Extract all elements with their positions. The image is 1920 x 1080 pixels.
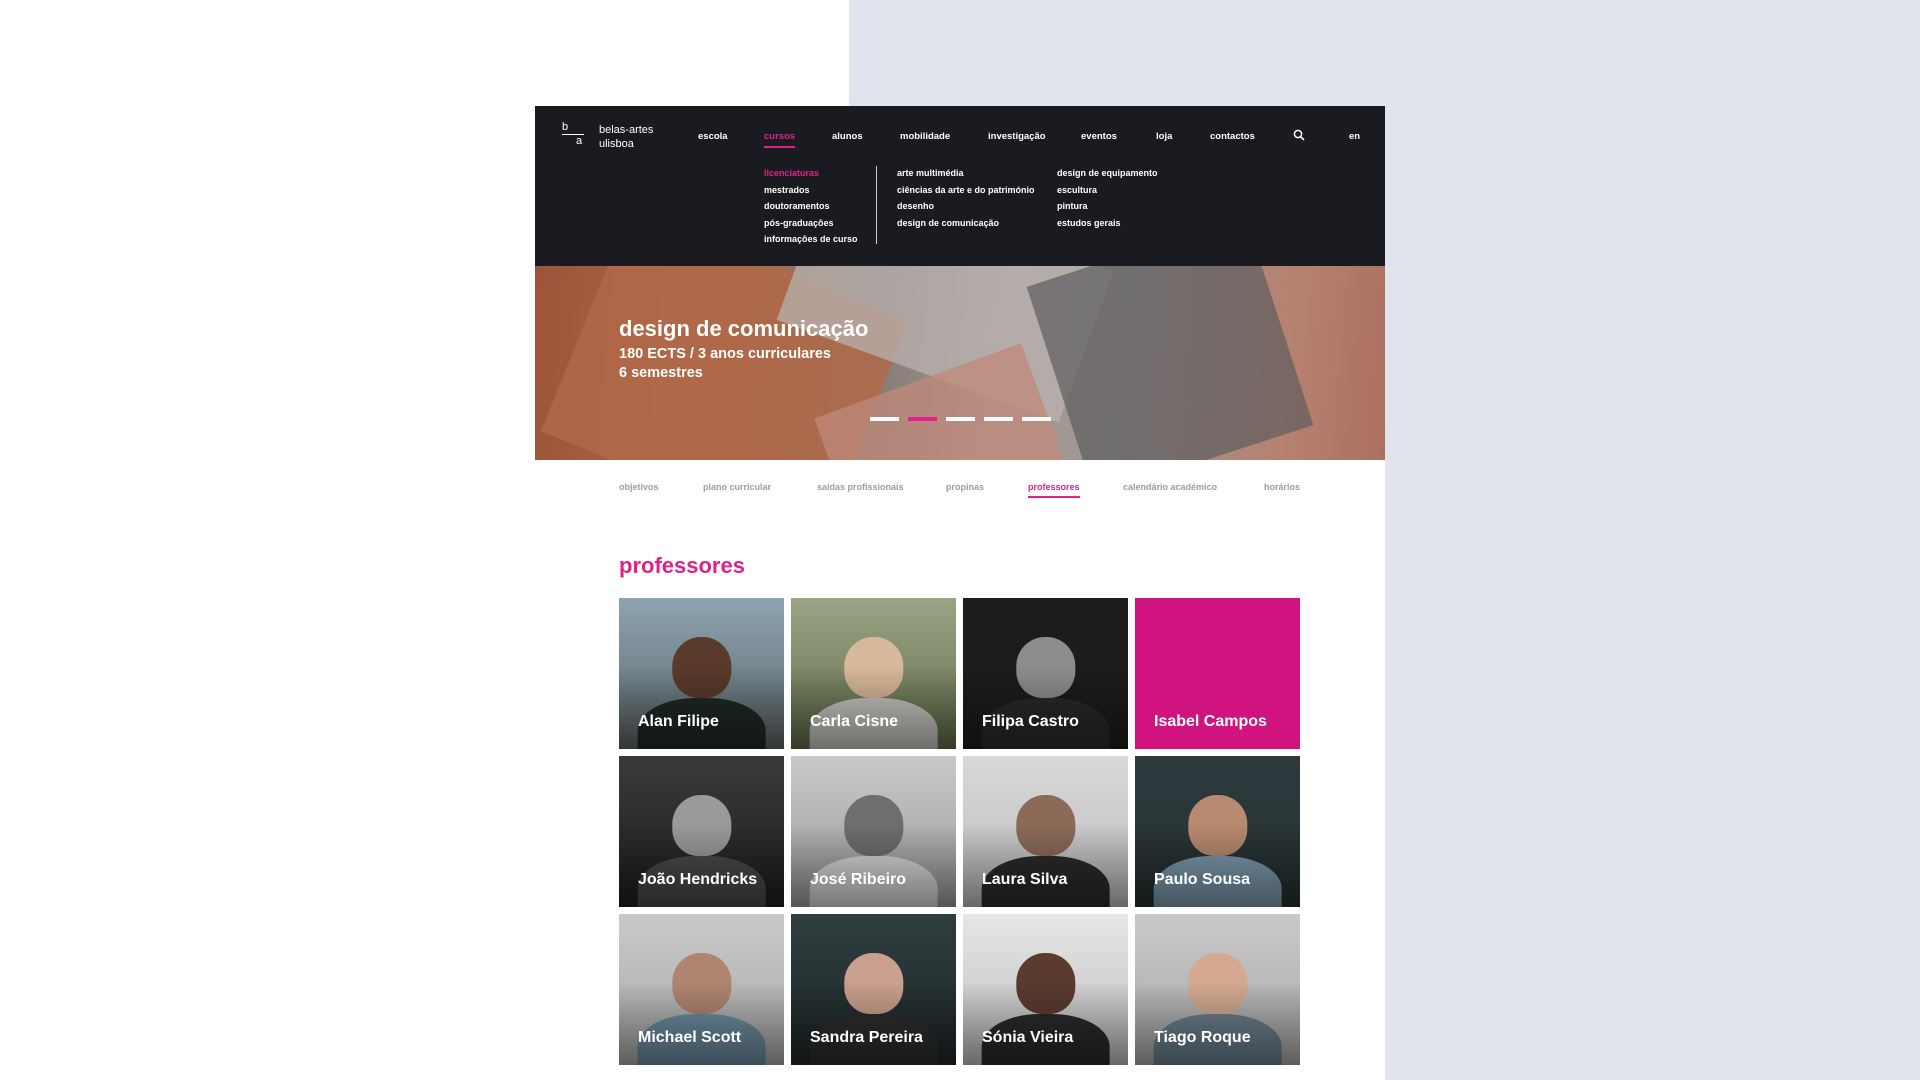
course-estudos-gerais[interactable]: estudos gerais xyxy=(1057,218,1121,228)
professor-card[interactable]: Paulo Sousa xyxy=(1135,756,1300,907)
professor-name: João Hendricks xyxy=(638,871,758,888)
tab-plano-curricular[interactable]: plano curricular xyxy=(703,482,771,492)
professors-grid: Alan Filipe Carla Cisne Filipa Castro Isabe… xyxy=(619,598,1300,1065)
professor-name: Carla Cisne xyxy=(810,713,899,730)
submenu-mestrados[interactable]: mestrados xyxy=(764,185,810,195)
course-design-de-comunicacao[interactable]: design de comunicação xyxy=(897,218,999,228)
nav-item-investigacao[interactable]: investigação xyxy=(988,131,1046,142)
professor-name: Michael Scott xyxy=(638,1029,742,1046)
brand-name[interactable]: belas-artes ulisboa xyxy=(599,123,653,151)
tab-professores[interactable]: professores xyxy=(1028,482,1080,498)
course-ciencias-da-arte[interactable]: ciências da arte e do património xyxy=(897,185,1035,195)
logo[interactable]: b a xyxy=(562,122,586,148)
nav-item-eventos[interactable]: eventos xyxy=(1081,131,1117,142)
submenu-pos-graduacoes[interactable]: pós-graduações xyxy=(764,218,834,228)
submenu-doutoramentos[interactable]: doutoramentos xyxy=(764,201,830,211)
course-desenho[interactable]: desenho xyxy=(897,201,934,211)
carousel-dot[interactable] xyxy=(908,417,937,421)
nav-item-contactos[interactable]: contactos xyxy=(1210,131,1255,142)
tab-calendario-academico[interactable]: calendário académico xyxy=(1123,482,1217,492)
course-pintura[interactable]: pintura xyxy=(1057,201,1088,211)
card-gradient xyxy=(1135,981,1300,1065)
website-mockup: b a belas-artes ulisboa escola cursos al… xyxy=(535,106,1385,1080)
card-gradient xyxy=(619,981,784,1065)
hero-banner: design de comunicação 180 ECTS / 3 anos … xyxy=(535,266,1385,460)
brand-line-2: ulisboa xyxy=(599,138,634,150)
professor-card[interactable]: Tiago Roque xyxy=(1135,914,1300,1065)
tab-horarios[interactable]: horários xyxy=(1264,482,1300,492)
submenu-divider xyxy=(876,166,877,244)
course-design-de-equipamento[interactable]: design de equipamento xyxy=(1057,168,1158,178)
site-header: b a belas-artes ulisboa escola cursos al… xyxy=(535,106,1385,266)
nav-item-mobilidade[interactable]: mobilidade xyxy=(900,131,950,142)
professor-card[interactable]: Carla Cisne xyxy=(791,598,956,749)
professor-name: Sónia Vieira xyxy=(982,1029,1074,1046)
card-gradient xyxy=(963,665,1128,749)
hero-overlay xyxy=(535,266,1385,460)
professor-name: Sandra Pereira xyxy=(810,1029,923,1046)
carousel-indicators xyxy=(870,417,1051,421)
card-gradient xyxy=(791,665,956,749)
professor-name: Tiago Roque xyxy=(1154,1029,1251,1046)
search-icon[interactable] xyxy=(1293,129,1305,141)
course-escultura[interactable]: escultura xyxy=(1057,185,1097,195)
carousel-dot[interactable] xyxy=(1022,417,1051,421)
professor-card[interactable]: Michael Scott xyxy=(619,914,784,1065)
professor-name: Alan Filipe xyxy=(638,713,719,730)
logo-letter-b: b xyxy=(562,121,569,133)
logo-letter-a: a xyxy=(576,135,583,147)
professor-card[interactable]: Sónia Vieira xyxy=(963,914,1128,1065)
professor-name: José Ribeiro xyxy=(810,871,907,888)
hero-title: design de comunicação xyxy=(619,316,869,341)
card-gradient xyxy=(963,981,1128,1065)
course-arte-multimedia[interactable]: arte multimédia xyxy=(897,168,964,178)
nav-item-cursos[interactable]: cursos xyxy=(764,131,796,148)
course-tabs: objetivos plano curricular saídas profis… xyxy=(535,460,1385,520)
professor-card[interactable]: Isabel Campos xyxy=(1135,598,1300,749)
card-gradient xyxy=(791,981,956,1065)
hero-credits: 180 ECTS / 3 anos curriculares xyxy=(619,346,831,362)
card-gradient xyxy=(791,823,956,907)
tab-propinas[interactable]: propinas xyxy=(946,482,984,492)
submenu-licenciaturas[interactable]: licenciaturas xyxy=(764,168,819,178)
card-gradient xyxy=(619,665,784,749)
nav-item-alunos[interactable]: alunos xyxy=(832,131,863,142)
nav-item-escola[interactable]: escola xyxy=(698,131,728,142)
professor-name: Isabel Campos xyxy=(1154,713,1267,730)
tab-saidas-profissionais[interactable]: saídas profissionais xyxy=(817,482,904,492)
professor-name: Paulo Sousa xyxy=(1154,871,1251,888)
card-gradient xyxy=(619,823,784,907)
hero-semesters: 6 semestres xyxy=(619,365,703,381)
carousel-dot[interactable] xyxy=(946,417,975,421)
professor-card[interactable]: Filipa Castro xyxy=(963,598,1128,749)
submenu-informacoes-de-curso[interactable]: informações de curso xyxy=(764,234,858,244)
brand-line-1: belas-artes xyxy=(599,124,654,136)
professor-card[interactable]: Laura Silva xyxy=(963,756,1128,907)
professor-card[interactable]: Sandra Pereira xyxy=(791,914,956,1065)
language-switch[interactable]: en xyxy=(1349,131,1360,142)
nav-item-loja[interactable]: loja xyxy=(1156,131,1172,142)
card-gradient xyxy=(963,823,1128,907)
professor-name: Laura Silva xyxy=(982,871,1068,888)
section-title: professores xyxy=(619,553,745,578)
carousel-dot[interactable] xyxy=(984,417,1013,421)
card-gradient xyxy=(1135,823,1300,907)
carousel-dot[interactable] xyxy=(870,417,899,421)
professor-card[interactable]: Alan Filipe xyxy=(619,598,784,749)
professor-card[interactable]: João Hendricks xyxy=(619,756,784,907)
tab-objetivos[interactable]: objetivos xyxy=(619,482,659,492)
professor-card[interactable]: José Ribeiro xyxy=(791,756,956,907)
professor-name: Filipa Castro xyxy=(982,713,1079,730)
